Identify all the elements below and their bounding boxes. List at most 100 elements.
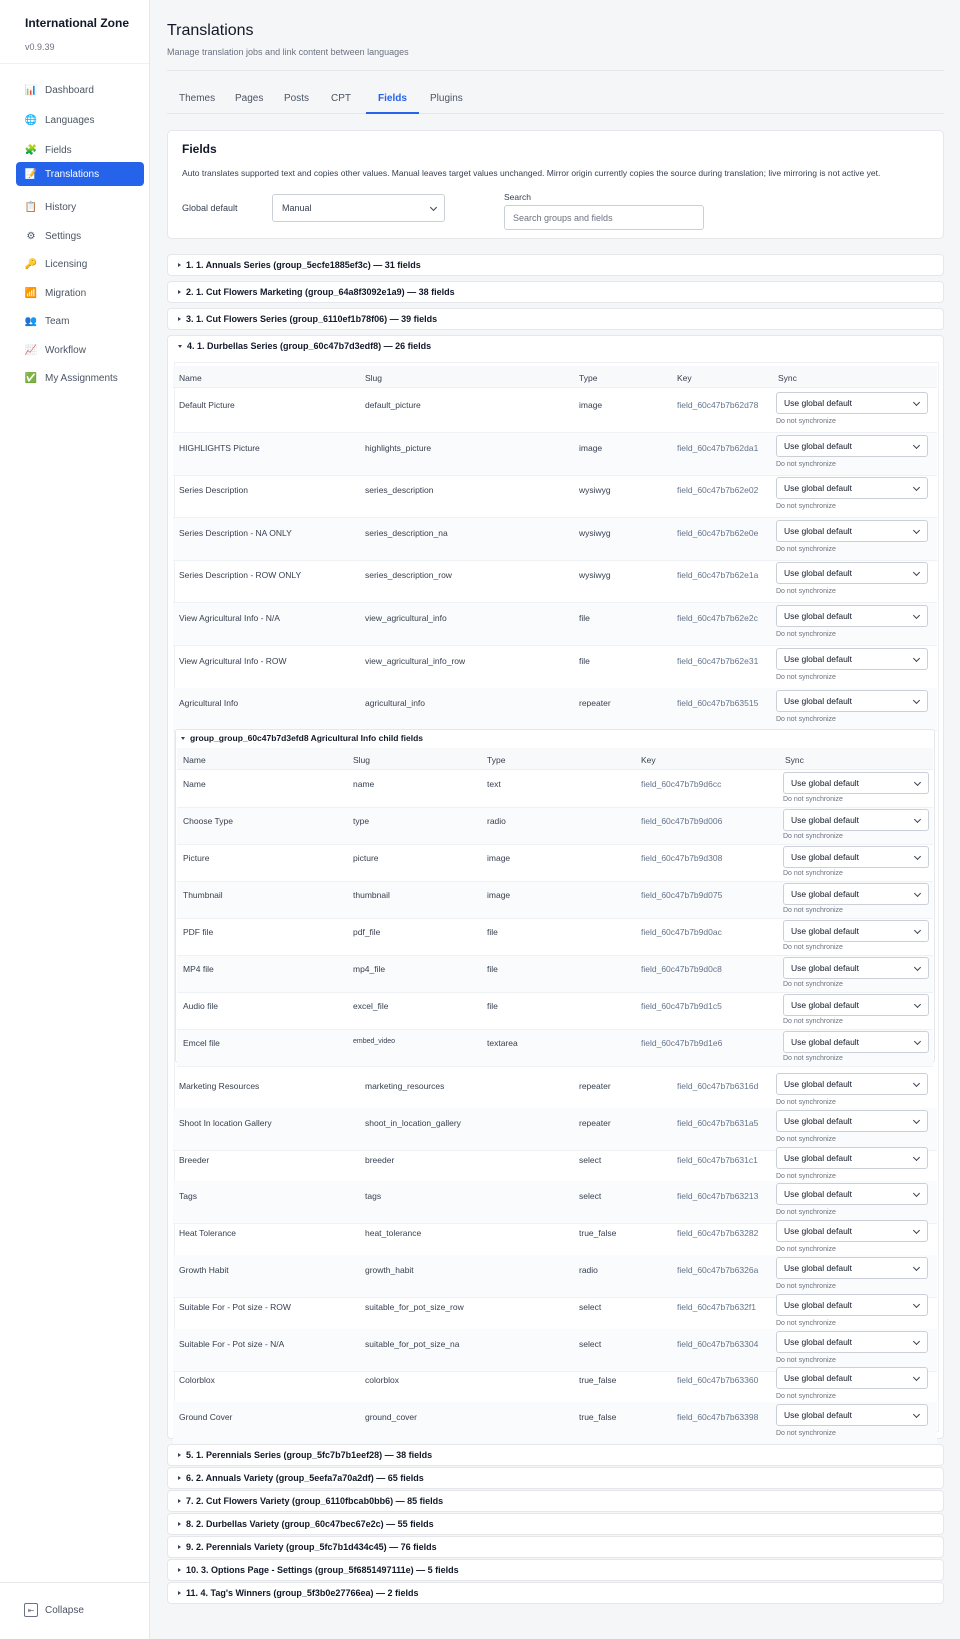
sync-select-value: Use global default xyxy=(784,653,853,664)
field-group-title: 7. 2. Cut Flowers Variety (group_6110fbc… xyxy=(186,1496,444,1506)
tab-cpt[interactable]: CPT xyxy=(319,86,363,114)
sync-select[interactable]: Use global default xyxy=(783,1031,929,1053)
chevron-down-icon xyxy=(912,1079,921,1088)
caret-right-icon xyxy=(178,1545,181,1549)
sync-select[interactable]: Use global default xyxy=(783,809,929,831)
sidebar-item-team[interactable]: 👥 Team xyxy=(16,309,144,333)
sync-select-value: Use global default xyxy=(784,1299,853,1310)
sidebar-item-dashboard[interactable]: 📊 Dashboard xyxy=(16,78,144,102)
sync-select[interactable]: Use global default xyxy=(783,920,929,942)
sync-select-value: Use global default xyxy=(784,1263,853,1273)
globe-icon: 🌐 xyxy=(24,114,38,126)
sync-select[interactable]: Use global default xyxy=(776,519,928,542)
sync-select-value: Use global default xyxy=(784,398,853,408)
field-name: Series Description xyxy=(179,485,248,496)
sync-select[interactable]: Use global default xyxy=(776,647,928,670)
chevron-down-icon xyxy=(912,697,921,705)
field-row: MP4 file mp4_file file field_60c47b7b9d0c8 U… xyxy=(177,956,933,993)
sync-select[interactable]: Use global default xyxy=(776,690,928,713)
tab-themes[interactable]: Themes xyxy=(167,86,227,114)
field-name: Breeder xyxy=(179,1154,210,1165)
sync-select-value: Use global default xyxy=(784,696,853,707)
field-type: image xyxy=(579,442,603,453)
field-group-row[interactable]: 1. 1. Annuals Series (group_5ecfe1885ef3… xyxy=(167,254,944,276)
field-row: Choose Type type radio field_60c47b7b9d006 U… xyxy=(177,808,933,845)
field-type: true_false xyxy=(579,1375,617,1386)
field-key: field_60c47b7b62e02 xyxy=(677,485,759,496)
sync-select[interactable]: Use global default xyxy=(776,605,928,627)
tab-fields[interactable]: Fields xyxy=(366,86,419,114)
field-group-row[interactable]: 5. 1. Perennials Series (group_5fc7b7b1e… xyxy=(167,1444,944,1466)
field-group-row[interactable]: 6. 2. Annuals Variety (group_5eefa7a70a2… xyxy=(167,1467,944,1489)
sync-select[interactable]: Use global default xyxy=(776,1257,928,1279)
child-fields-header[interactable]: group_group_60c47b7d3efd8 Agricultural I… xyxy=(181,733,423,743)
sidebar-item-translations[interactable]: 📝 Translations xyxy=(16,162,144,186)
search-input[interactable]: Search groups and fields xyxy=(504,205,704,230)
sync-hint: Do not synchronize xyxy=(776,418,836,425)
field-group-row[interactable]: 2. 1. Cut Flowers Marketing (group_64a8f… xyxy=(167,281,944,303)
caret-down-icon xyxy=(178,344,182,348)
child-fields-table-header: Name Slug Type Key Sync xyxy=(177,748,933,770)
field-row: HIGHLIGHTS Picture highlights_picture imag… xyxy=(173,432,937,476)
sync-select[interactable]: Use global default xyxy=(776,1330,928,1353)
field-group-row[interactable]: 9. 2. Perennials Variety (group_5fc7b1d4… xyxy=(167,1536,944,1558)
tab-posts[interactable]: Posts xyxy=(272,86,321,114)
field-group-row[interactable]: 10. 3. Options Page - Settings (group_5f… xyxy=(167,1559,944,1581)
field-name: View Agricultural Info - ROW xyxy=(179,655,287,666)
sync-select[interactable]: Use global default xyxy=(783,994,929,1016)
field-slug: view_agricultural_info xyxy=(365,613,447,623)
global-default-select[interactable]: Manual xyxy=(272,194,445,222)
field-group-row[interactable]: 3. 1. Cut Flowers Series (group_6110ef1b… xyxy=(167,308,944,330)
sync-select[interactable]: Use global default xyxy=(776,477,928,500)
sidebar-item-label: Translations xyxy=(45,168,100,180)
open-group-header[interactable]: 4. 1. Durbellas Series (group_60c47b7d3e… xyxy=(178,341,431,351)
sync-select[interactable]: Use global default xyxy=(776,1293,928,1316)
sidebar-item-migration[interactable]: 📶 Migration xyxy=(16,281,144,305)
sync-select[interactable]: Use global default xyxy=(776,392,928,414)
sync-select[interactable]: Use global default xyxy=(783,883,929,905)
field-name: Suitable For - Pot size - ROW xyxy=(179,1301,291,1312)
sidebar-item-history[interactable]: 📋 History xyxy=(16,195,144,219)
sync-hint: Do not synchronize xyxy=(776,673,836,681)
field-group-row[interactable]: 7. 2. Cut Flowers Variety (group_6110fbc… xyxy=(167,1490,944,1512)
tab-pages[interactable]: Pages xyxy=(223,86,275,114)
column-header-name: Name xyxy=(179,373,202,383)
sync-hint: Do not synchronize xyxy=(783,833,843,840)
sync-select[interactable]: Use global default xyxy=(776,1073,928,1095)
sync-select[interactable]: Use global default xyxy=(776,562,928,585)
sync-select[interactable]: Use global default xyxy=(783,772,929,794)
chevron-down-icon xyxy=(429,203,438,212)
field-key: field_60c47b7b63213 xyxy=(677,1191,759,1202)
sync-select[interactable]: Use global default xyxy=(776,1183,928,1206)
sidebar-item-settings[interactable]: ⚙ Settings xyxy=(16,224,144,248)
field-row: Series Description series_description wysi… xyxy=(173,475,937,519)
sync-select[interactable]: Use global default xyxy=(783,846,929,868)
sync-select[interactable]: Use global default xyxy=(776,1109,928,1132)
sidebar-item-workflow[interactable]: 📈 Workflow xyxy=(16,338,144,362)
sync-hint: Do not synchronize xyxy=(776,1283,836,1290)
sync-hint: Do not synchronize xyxy=(776,1135,836,1143)
field-group-row[interactable]: 8. 2. Durbellas Variety (group_60c47bec6… xyxy=(167,1513,944,1535)
sync-select-value: Use global default xyxy=(791,963,860,973)
bar-chart-icon: 📶 xyxy=(24,287,38,299)
field-row: Picture picture image field_60c47b7b9d308 Us… xyxy=(177,845,933,882)
sidebar-item-label: Fields xyxy=(45,144,72,156)
field-type: image xyxy=(579,400,603,410)
sidebar-item-fields[interactable]: 🧩 Fields xyxy=(16,138,144,162)
column-header-slug: Slug xyxy=(365,373,383,383)
field-group-row[interactable]: 11. 4. Tag's Winners (group_5f3b0e27766e… xyxy=(167,1582,944,1604)
sync-select[interactable]: Use global default xyxy=(776,1220,928,1243)
sync-select[interactable]: Use global default xyxy=(783,957,929,979)
sync-hint: Do not synchronize xyxy=(783,981,843,988)
sidebar-item-my-assignments[interactable]: ✅ My Assignments xyxy=(16,366,144,390)
tab-plugins[interactable]: Plugins xyxy=(418,86,475,114)
sync-select[interactable]: Use global default xyxy=(776,1404,928,1427)
field-key: field_60c47b7b6316d xyxy=(677,1081,759,1091)
sidebar-item-licensing[interactable]: 🔑 Licensing xyxy=(16,252,144,276)
sync-select[interactable]: Use global default xyxy=(776,1367,928,1390)
sync-select[interactable]: Use global default xyxy=(776,434,928,457)
field-row: Series Description - ROW ONLY series_desc… xyxy=(173,560,937,604)
collapse-button[interactable]: ⇤ Collapse xyxy=(24,1603,84,1617)
sync-select[interactable]: Use global default xyxy=(776,1146,928,1169)
sidebar-item-languages[interactable]: 🌐 Languages xyxy=(16,108,144,132)
